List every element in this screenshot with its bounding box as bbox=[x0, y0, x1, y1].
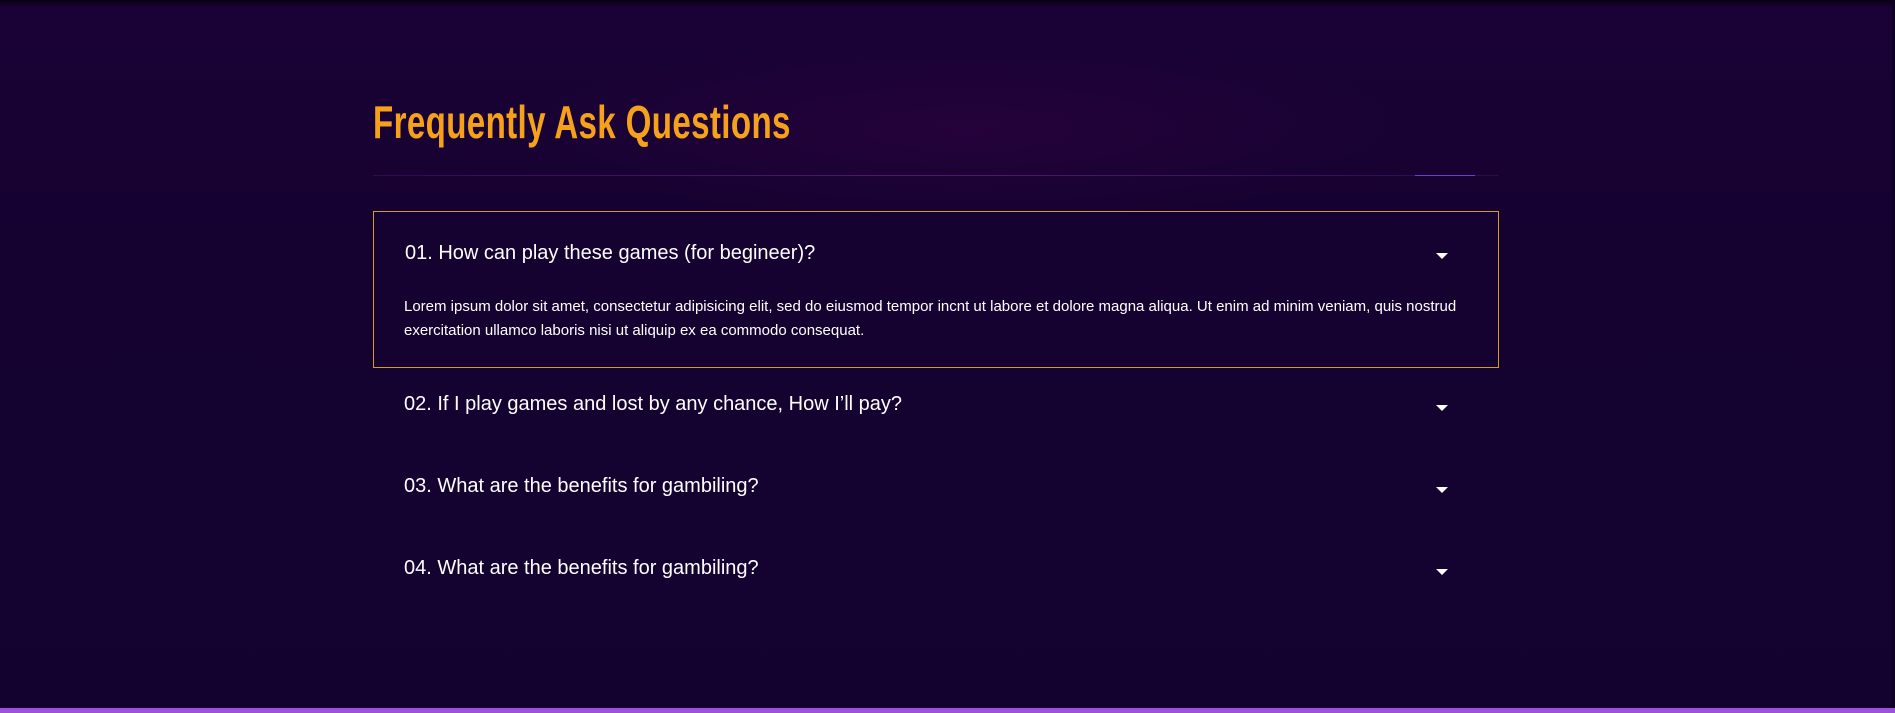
faq-question-3[interactable]: 03. What are the benefits for gambiling? bbox=[404, 475, 759, 498]
divider-accent bbox=[1415, 175, 1475, 176]
faq-accordion: 01. How can play these games (for begine… bbox=[373, 211, 1499, 614]
page-background: Frequently Ask Questions 01. How can pla… bbox=[0, 0, 1895, 713]
caret-down-icon[interactable] bbox=[1436, 253, 1448, 259]
faq-answer-1: Lorem ipsum dolor sit amet, consectetur … bbox=[404, 298, 1457, 339]
faq-item-2[interactable]: 02. If I play games and lost by any chan… bbox=[373, 368, 1499, 450]
faq-item-3[interactable]: 03. What are the benefits for gambiling? bbox=[373, 450, 1499, 532]
caret-down-icon[interactable] bbox=[1436, 487, 1448, 493]
top-shadow bbox=[0, 0, 1895, 8]
faq-section-title: Frequently Ask Questions bbox=[373, 96, 791, 148]
title-divider bbox=[373, 175, 1499, 176]
caret-down-icon[interactable] bbox=[1436, 569, 1448, 575]
faq-item-4[interactable]: 04. What are the benefits for gambiling? bbox=[373, 532, 1499, 614]
faq-item-1[interactable]: 01. How can play these games (for begine… bbox=[373, 211, 1499, 368]
faq-question-4[interactable]: 04. What are the benefits for gambiling? bbox=[404, 557, 759, 580]
footer-accent-bar bbox=[0, 708, 1895, 713]
caret-down-icon[interactable] bbox=[1436, 405, 1448, 411]
faq-question-2[interactable]: 02. If I play games and lost by any chan… bbox=[404, 393, 902, 416]
faq-question-1[interactable]: 01. How can play these games (for begine… bbox=[405, 242, 815, 265]
